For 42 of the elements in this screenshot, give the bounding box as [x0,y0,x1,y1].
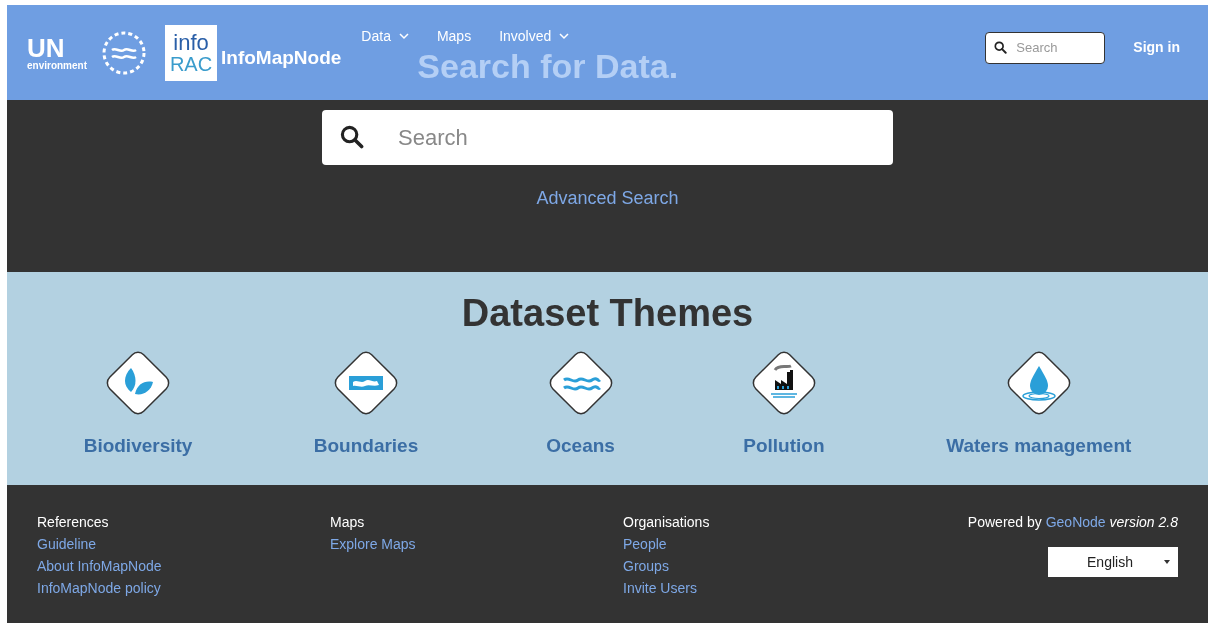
footer-link[interactable]: Explore Maps [330,533,623,555]
caret-icon [1164,560,1170,564]
footer-link[interactable]: Groups [623,555,916,577]
faded-heading: Search for Data. [417,49,679,83]
footer-heading: References [37,513,110,532]
footer-heading: Organisations [623,513,711,532]
search-field[interactable]: Search [985,31,1106,64]
theme-link[interactable]: Biodiversity [83,342,193,461]
brand-link[interactable]: InfoMapNode [221,44,342,73]
advanced-search-link[interactable]: Advanced Search [536,185,679,212]
theme-link[interactable]: Waters management [946,342,1132,461]
nav-link[interactable]: Involved [499,26,570,47]
footer-link[interactable]: People [623,533,916,555]
section-title: Dataset Themes [461,294,754,332]
theme-link[interactable]: Oceans [539,342,622,461]
footer-heading: Maps [330,513,366,532]
footer-link[interactable]: Guideline [37,533,330,555]
footer-link[interactable]: Invite Users [623,577,916,599]
footer-link[interactable]: InfoMapNode policy [37,577,330,599]
nav-link[interactable]: Data [361,26,409,47]
theme-label: Pollution [743,434,825,458]
theme-label: Waters management [946,434,1132,458]
language-select[interactable]: English [1048,547,1178,577]
geonode-link[interactable]: GeoNode [1045,514,1106,530]
logo-text: environment [27,60,87,71]
nav-link[interactable]: Maps [436,26,472,47]
logo-text: info [173,31,209,54]
footer-link[interactable]: About InfoMapNode [37,555,330,577]
search-icon [340,125,364,149]
theme-link[interactable]: Pollution [742,342,825,461]
sign-in-link[interactable]: Sign in [1133,37,1180,58]
search-icon [994,40,1008,54]
powered-by-text: Powered by GeoNode version 2.8 [967,513,1178,532]
chevron-down-icon [398,33,409,40]
theme-label: Boundaries [313,434,419,458]
theme-label: Biodiversity [83,434,193,458]
search-field[interactable]: Search [322,110,893,165]
theme-label: Oceans [546,434,615,458]
logo-text: UN [27,34,65,61]
logo-text: RAC [169,53,213,74]
theme-link[interactable]: Boundaries [313,342,419,461]
chevron-down-icon [559,33,570,40]
